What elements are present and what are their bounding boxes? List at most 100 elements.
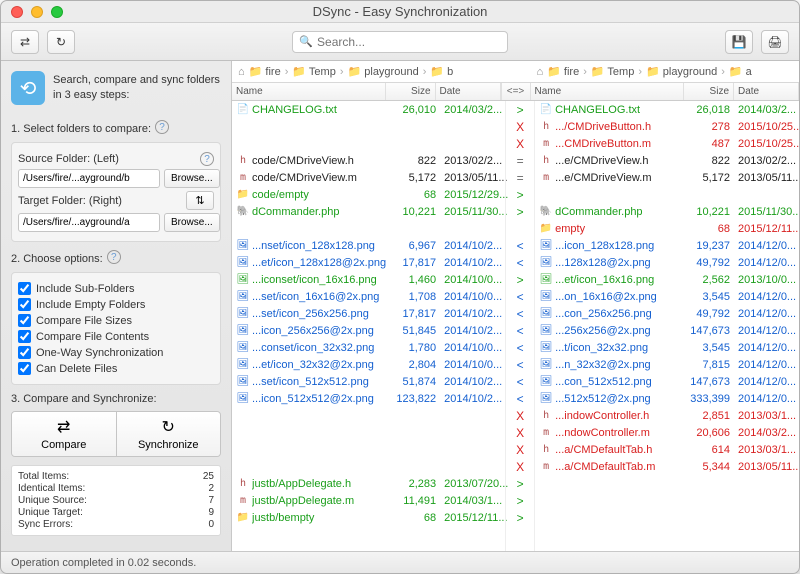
- sync-direction-icon[interactable]: X: [506, 441, 534, 458]
- browse-source-button[interactable]: Browse...: [164, 169, 220, 188]
- file-row[interactable]: h...a/CMDefaultTab.h6142013/03/1...: [535, 441, 799, 458]
- file-row[interactable]: 🖼...icon_512x512@2x.png123,8222014/10/2.…: [232, 390, 505, 407]
- file-row[interactable]: h...indowController.h2,8512013/03/1...: [535, 407, 799, 424]
- sync-direction-icon[interactable]: >: [506, 203, 534, 220]
- help-icon[interactable]: ?: [155, 120, 169, 134]
- sync-direction-icon[interactable]: <: [506, 254, 534, 271]
- breadcrumb-seg[interactable]: 📁 Temp: [292, 65, 335, 78]
- file-row[interactable]: [232, 441, 505, 458]
- hdr-name-left[interactable]: Name: [232, 83, 386, 100]
- sync-direction-icon[interactable]: <: [506, 390, 534, 407]
- hdr-date-right[interactable]: Date: [734, 83, 799, 100]
- zoom-icon[interactable]: [51, 6, 63, 18]
- file-row[interactable]: [535, 186, 799, 203]
- breadcrumb-seg[interactable]: 📁 b: [430, 65, 453, 78]
- file-row[interactable]: 📁empty682015/12/11...: [535, 220, 799, 237]
- compare-button[interactable]: ⇄Compare: [12, 412, 117, 456]
- sync-direction-icon[interactable]: X: [506, 424, 534, 441]
- sync-direction-icon[interactable]: >: [506, 271, 534, 288]
- compare-toolbar-button[interactable]: ⇄: [11, 30, 39, 54]
- print-toolbar-button[interactable]: 🖨: [761, 30, 789, 54]
- opt-oneway[interactable]: One-Way Synchronization: [18, 346, 214, 359]
- sync-direction-icon[interactable]: <: [506, 339, 534, 356]
- hdr-size-right[interactable]: Size: [684, 83, 734, 100]
- file-row[interactable]: 🖼...conset/icon_32x32.png1,7802014/10/0.…: [232, 339, 505, 356]
- search-field[interactable]: 🔍: [292, 31, 507, 53]
- file-row[interactable]: 🖼...iconset/icon_16x16.png1,4602014/10/0…: [232, 271, 505, 288]
- hdr-size-left[interactable]: Size: [386, 83, 436, 100]
- file-row[interactable]: 📄CHANGELOG.txt26,0102014/03/2...: [232, 101, 505, 118]
- sync-direction-icon[interactable]: >: [506, 509, 534, 526]
- file-row[interactable]: [232, 220, 505, 237]
- browse-target-button[interactable]: Browse...: [164, 213, 220, 232]
- file-row[interactable]: [232, 407, 505, 424]
- opt-emptyfolders[interactable]: Include Empty Folders: [18, 298, 214, 311]
- breadcrumb-seg[interactable]: 📁 playground: [348, 65, 419, 78]
- help-icon[interactable]: ?: [107, 250, 121, 264]
- help-icon[interactable]: ?: [200, 152, 214, 166]
- breadcrumb-seg[interactable]: 📁 fire: [249, 65, 281, 78]
- sync-direction-icon[interactable]: >: [506, 186, 534, 203]
- sync-direction-icon[interactable]: X: [506, 135, 534, 152]
- file-row[interactable]: [232, 118, 505, 135]
- sync-direction-icon[interactable]: =: [506, 152, 534, 169]
- file-row[interactable]: m...a/CMDefaultTab.m5,3442013/05/11...: [535, 458, 799, 475]
- swap-button[interactable]: ⇅: [186, 191, 214, 210]
- file-row[interactable]: 🖼...n_32x32@2x.png7,8152014/12/0...: [535, 356, 799, 373]
- file-row[interactable]: 📁justb/bempty682015/12/11...: [232, 509, 505, 526]
- breadcrumb-seg[interactable]: 📁 fire: [547, 65, 579, 78]
- file-row[interactable]: 🐘dCommander.php10,2212015/11/30...: [232, 203, 505, 220]
- file-row[interactable]: 🖼...on_16x16@2x.png3,5452014/12/0...: [535, 288, 799, 305]
- file-row[interactable]: 🖼...256x256@2x.png147,6732014/12/0...: [535, 322, 799, 339]
- close-icon[interactable]: [11, 6, 23, 18]
- synchronize-button[interactable]: ↻Synchronize: [117, 412, 221, 456]
- file-row[interactable]: hcode/CMDriveView.h8222013/02/2...: [232, 152, 505, 169]
- search-input[interactable]: [317, 35, 501, 49]
- file-row[interactable]: 🖼...con_256x256.png49,7922014/12/0...: [535, 305, 799, 322]
- file-row[interactable]: 🖼...icon_128x128.png19,2372014/12/0...: [535, 237, 799, 254]
- file-row[interactable]: [535, 492, 799, 509]
- sync-direction-icon[interactable]: <: [506, 305, 534, 322]
- sync-direction-icon[interactable]: <: [506, 373, 534, 390]
- sync-direction-icon[interactable]: <: [506, 356, 534, 373]
- sync-toolbar-button[interactable]: ↻: [47, 30, 75, 54]
- save-toolbar-button[interactable]: 💾: [725, 30, 753, 54]
- file-row[interactable]: 🖼...et/icon_32x32@2x.png2,8042014/10/0..…: [232, 356, 505, 373]
- file-row[interactable]: hjustb/AppDelegate.h2,2832013/07/20...: [232, 475, 505, 492]
- sync-direction-icon[interactable]: X: [506, 118, 534, 135]
- sync-direction-icon[interactable]: >: [506, 101, 534, 118]
- hdr-date-left[interactable]: Date: [436, 83, 501, 100]
- sync-direction-icon[interactable]: >: [506, 492, 534, 509]
- sync-direction-icon[interactable]: X: [506, 458, 534, 475]
- sync-direction-icon[interactable]: <: [506, 322, 534, 339]
- file-row[interactable]: 📁code/empty682015/12/29...: [232, 186, 505, 203]
- sync-direction-icon[interactable]: <: [506, 288, 534, 305]
- right-pane[interactable]: 📄CHANGELOG.txt26,0182014/03/2...h.../CMD…: [535, 101, 799, 551]
- sync-direction-icon[interactable]: X: [506, 407, 534, 424]
- file-row[interactable]: m...CMDriveButton.m4872015/10/25...: [535, 135, 799, 152]
- sync-direction-icon[interactable]: =: [506, 169, 534, 186]
- file-row[interactable]: 🖼...128x128@2x.png49,7922014/12/0...: [535, 254, 799, 271]
- file-row[interactable]: [232, 135, 505, 152]
- file-row[interactable]: mjustb/AppDelegate.m11,4912014/03/1...: [232, 492, 505, 509]
- opt-candelete[interactable]: Can Delete Files: [18, 362, 214, 375]
- file-row[interactable]: [535, 509, 799, 526]
- file-row[interactable]: 🖼...set/icon_256x256.png17,8172014/10/2.…: [232, 305, 505, 322]
- file-row[interactable]: [232, 458, 505, 475]
- file-row[interactable]: 🖼...t/icon_32x32.png3,5452014/12/0...: [535, 339, 799, 356]
- opt-filesizes[interactable]: Compare File Sizes: [18, 314, 214, 327]
- file-row[interactable]: [232, 424, 505, 441]
- opt-subfolders[interactable]: Include Sub-Folders: [18, 282, 214, 295]
- file-row[interactable]: 🖼...set/icon_16x16@2x.png1,7082014/10/0.…: [232, 288, 505, 305]
- breadcrumb-seg[interactable]: 📁 Temp: [591, 65, 634, 78]
- file-row[interactable]: m...ndowController.m20,6062014/03/2...: [535, 424, 799, 441]
- file-row[interactable]: 🖼...nset/icon_128x128.png6,9672014/10/2.…: [232, 237, 505, 254]
- sync-direction-icon[interactable]: >: [506, 475, 534, 492]
- file-row[interactable]: mcode/CMDriveView.m5,1722013/05/11...: [232, 169, 505, 186]
- file-row[interactable]: 🐘dCommander.php10,2212015/11/30...: [535, 203, 799, 220]
- source-path-input[interactable]: [18, 169, 160, 188]
- file-row[interactable]: h...e/CMDriveView.h8222013/02/2...: [535, 152, 799, 169]
- target-path-input[interactable]: [18, 213, 160, 232]
- file-row[interactable]: h.../CMDriveButton.h2782015/10/25...: [535, 118, 799, 135]
- file-row[interactable]: 🖼...set/icon_512x512.png51,8742014/10/2.…: [232, 373, 505, 390]
